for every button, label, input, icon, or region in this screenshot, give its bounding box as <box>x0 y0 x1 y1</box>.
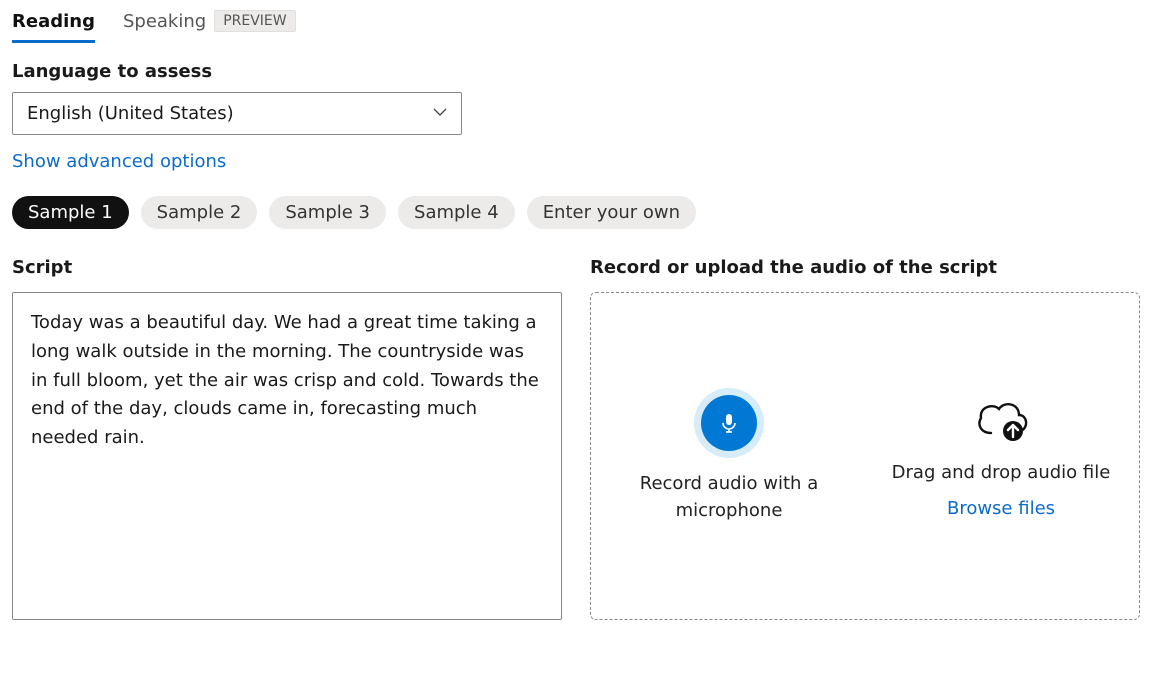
upload-column: Record or upload the audio of the script… <box>590 257 1140 620</box>
cloud-upload-icon <box>971 393 1031 447</box>
pill-sample-2[interactable]: Sample 2 <box>141 196 258 229</box>
preview-badge: PREVIEW <box>214 10 295 32</box>
pill-sample-3[interactable]: Sample 3 <box>269 196 386 229</box>
browse-files-link[interactable]: Browse files <box>947 498 1055 519</box>
pill-sample-1[interactable]: Sample 1 <box>12 196 129 229</box>
dropzone[interactable]: Record audio with a microphone Drag and … <box>590 292 1140 620</box>
tab-speaking-label: Speaking <box>123 11 206 32</box>
record-area[interactable]: Record audio with a microphone <box>593 293 865 619</box>
sample-pills: Sample 1 Sample 2 Sample 3 Sample 4 Ente… <box>12 196 1140 229</box>
show-advanced-link[interactable]: Show advanced options <box>12 151 226 172</box>
record-button[interactable] <box>694 388 764 458</box>
upload-area[interactable]: Drag and drop audio file Browse files <box>865 293 1137 619</box>
pill-sample-4[interactable]: Sample 4 <box>398 196 515 229</box>
script-textbox[interactable]: Today was a beautiful day. We had a grea… <box>12 292 562 620</box>
language-selected-value: English (United States) <box>12 92 462 135</box>
tab-speaking[interactable]: Speaking PREVIEW <box>123 4 296 42</box>
language-label: Language to assess <box>12 61 1140 82</box>
upload-heading: Record or upload the audio of the script <box>590 257 1140 278</box>
mic-icon <box>701 395 757 451</box>
script-label: Script <box>12 257 562 278</box>
tab-reading[interactable]: Reading <box>12 5 95 42</box>
tabs-bar: Reading Speaking PREVIEW <box>12 4 1140 43</box>
record-caption: Record audio with a microphone <box>619 470 839 524</box>
tab-reading-label: Reading <box>12 11 95 32</box>
drop-caption: Drag and drop audio file <box>892 459 1111 486</box>
pill-enter-own[interactable]: Enter your own <box>527 196 696 229</box>
script-column: Script Today was a beautiful day. We had… <box>12 257 562 620</box>
language-select[interactable]: English (United States) <box>12 92 462 135</box>
